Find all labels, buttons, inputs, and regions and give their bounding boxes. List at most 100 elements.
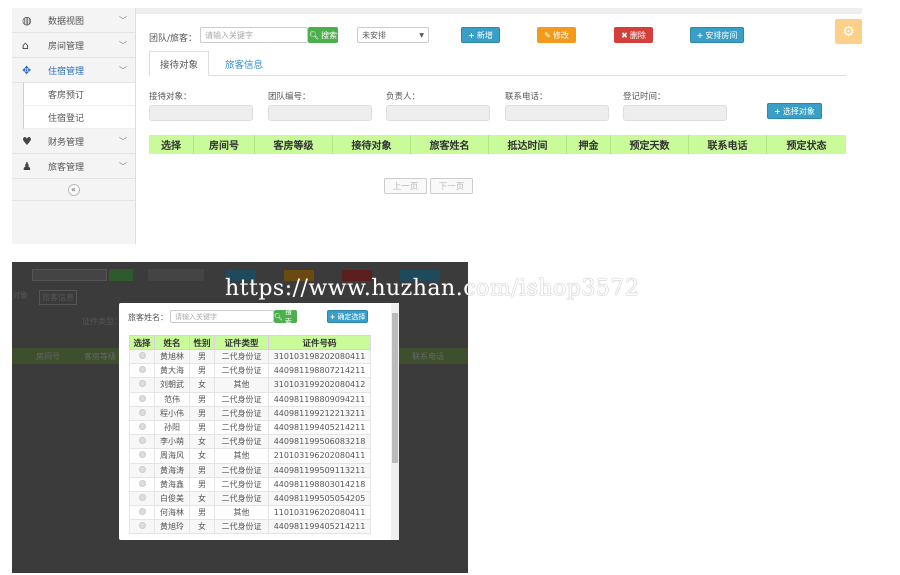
col-header: 客房等级 <box>255 135 333 154</box>
guest-search-button[interactable]: 🔍︎ 搜索 <box>274 308 297 326</box>
table-row[interactable]: 范伟男二代身份证 440981198809094211 <box>129 391 371 407</box>
table-row[interactable]: 孙阳男二代身份证 440981199405214211 <box>129 419 371 436</box>
col-header: 房间号 <box>194 135 255 154</box>
row-radio[interactable] <box>129 434 155 450</box>
radio-button[interactable] <box>138 522 146 530</box>
row-radio[interactable] <box>129 391 155 407</box>
radio-button[interactable] <box>138 465 146 473</box>
search-button[interactable]: 🔍︎ 搜索 <box>308 27 338 43</box>
col-header: 联系电话 <box>689 135 767 154</box>
radio-button[interactable] <box>138 437 146 445</box>
radio-button[interactable] <box>138 423 146 431</box>
delete-button[interactable]: ✖ 删除 <box>614 27 653 43</box>
chevron-down-icon: ﹀ <box>119 65 127 75</box>
radio-button[interactable] <box>138 352 146 360</box>
guest-search-input[interactable]: 请输入关键字 <box>170 310 274 323</box>
table-row[interactable]: 黄旭林男二代身份证 310103198202080411 <box>129 348 371 365</box>
cell-id-number: 440981199405214211 <box>268 519 371 535</box>
prev-page-button[interactable]: 上一页 <box>384 178 427 194</box>
arrange-room-button[interactable]: + 安排房间 <box>690 27 744 43</box>
select-object-button[interactable]: + 选择对象 <box>767 103 822 119</box>
row-radio[interactable] <box>129 419 155 436</box>
reg-time-field[interactable] <box>623 105 727 121</box>
table-row[interactable]: 白俊美女二代身份证 440981199505054205 <box>129 490 371 507</box>
cell-gender: 女 <box>189 519 215 535</box>
cell-name: 何海林 <box>154 505 190 521</box>
reception-field[interactable] <box>149 105 253 121</box>
cell-id-type: 二代身份证 <box>214 363 269 379</box>
collapse-icon[interactable]: « <box>67 183 80 196</box>
guest-name-label: 旅客姓名： <box>128 313 168 322</box>
plus-icon: + <box>774 106 781 116</box>
tab-guest-info[interactable]: 旅客信息 <box>215 51 273 76</box>
confirm-select-button[interactable]: + 确定选择 <box>327 310 368 323</box>
table-row[interactable]: 周海风女其他 210103196202080411 <box>129 448 371 464</box>
row-radio[interactable] <box>129 519 155 535</box>
radio-button[interactable] <box>138 493 146 501</box>
radio-button[interactable] <box>138 508 146 516</box>
cell-id-number: 440981199509113211 <box>268 462 371 478</box>
table-row[interactable]: 黄旭玲女二代身份证 440981199405214211 <box>129 519 371 535</box>
sidebar-item-lodging[interactable]: ✥ 住宿管理 ﹀ <box>12 58 135 83</box>
x-icon: ✖ <box>621 30 628 40</box>
sidebar-item-guests[interactable]: ♟ 旅客管理 ﹀ <box>12 154 135 179</box>
radio-button[interactable] <box>138 451 146 459</box>
col-header: 押金 <box>567 135 611 154</box>
row-radio[interactable] <box>129 490 155 507</box>
table-row[interactable]: 程小伟男二代身份证 440981199212213211 <box>129 405 371 421</box>
row-radio[interactable] <box>129 462 155 478</box>
cell-name: 李小萌 <box>154 434 190 450</box>
user-icon: ♟ <box>22 159 32 173</box>
next-page-button[interactable]: 下一页 <box>430 178 473 194</box>
edit-button[interactable]: ✎ 修改 <box>537 27 576 43</box>
search-icon: 🔍︎ <box>274 312 283 321</box>
row-radio[interactable] <box>129 476 155 492</box>
cell-id-number: 310103199202080412 <box>268 377 371 393</box>
radio-button[interactable] <box>138 366 146 374</box>
phone-field[interactable] <box>505 105 609 121</box>
cell-name: 范伟 <box>154 391 190 407</box>
row-radio[interactable] <box>129 505 155 521</box>
col-header: 证件号码 <box>268 335 371 350</box>
search-icon: 🔍︎ <box>308 30 320 40</box>
sidebar-item-finance[interactable]: ♥ 财务管理 ﹀ <box>12 129 135 154</box>
label-phone: 联系电话： <box>505 92 548 102</box>
scrollbar-thumb[interactable] <box>392 313 398 463</box>
sidebar-subitem-checkin[interactable]: 住宿登记 <box>23 106 135 129</box>
tab-reception[interactable]: 接待对象 <box>149 51 210 76</box>
search-input[interactable]: 请输入关键字 <box>200 27 308 43</box>
table-row[interactable]: 刘朝武女其他 310103199202080412 <box>129 377 371 393</box>
settings-button[interactable]: ⚙ <box>835 19 862 44</box>
cell-id-type: 二代身份证 <box>214 391 269 407</box>
manager-field[interactable] <box>386 105 490 121</box>
sidebar-item-dashboard[interactable]: ◍ 数据视图 ﹀ <box>12 8 135 33</box>
table-row[interactable]: 黄大海男二代身份证 440981198807214211 <box>129 363 371 379</box>
row-radio[interactable] <box>129 377 155 393</box>
cell-id-number: 310103198202080411 <box>268 348 371 365</box>
radio-button[interactable] <box>138 408 146 416</box>
cell-id-type: 其他 <box>214 505 269 521</box>
team-no-field[interactable] <box>268 105 372 121</box>
cell-id-number: 440981198807214211 <box>268 363 371 379</box>
plus-icon: + <box>696 30 704 40</box>
radio-button[interactable] <box>138 380 146 388</box>
table-row[interactable]: 何海林男其他 110103196202080411 <box>129 505 371 521</box>
radio-button[interactable] <box>138 479 146 487</box>
add-button[interactable]: + 新增 <box>461 27 500 43</box>
cell-id-number: 210103196202080411 <box>268 448 371 464</box>
sidebar-subitem-booking[interactable]: 客房预订 <box>23 83 135 106</box>
modal-scrollbar[interactable] <box>391 303 399 540</box>
table-row[interactable]: 黄海涛男二代身份证 440981199509113211 <box>129 462 371 478</box>
row-radio[interactable] <box>129 405 155 421</box>
sidebar-collapse[interactable]: « <box>12 179 135 201</box>
row-radio[interactable] <box>129 348 155 365</box>
row-radio[interactable] <box>129 363 155 379</box>
modal-screenshot: 对象 旅客信息 证件类型： 房间号 客房等级 联系电话 旅客姓名： 请输入关键字… <box>12 262 468 573</box>
status-select[interactable]: 未安排 ▼ <box>357 27 429 43</box>
sidebar-item-rooms[interactable]: ⌂ 房间管理 ﹀ <box>12 33 135 58</box>
col-header: 预定状态 <box>786 141 827 152</box>
table-row[interactable]: 李小萌女二代身份证 440981199506083218 <box>129 434 371 450</box>
row-radio[interactable] <box>129 448 155 464</box>
radio-button[interactable] <box>138 394 146 402</box>
table-row[interactable]: 黄海鑫男二代身份证 440981198803014218 <box>129 476 371 492</box>
